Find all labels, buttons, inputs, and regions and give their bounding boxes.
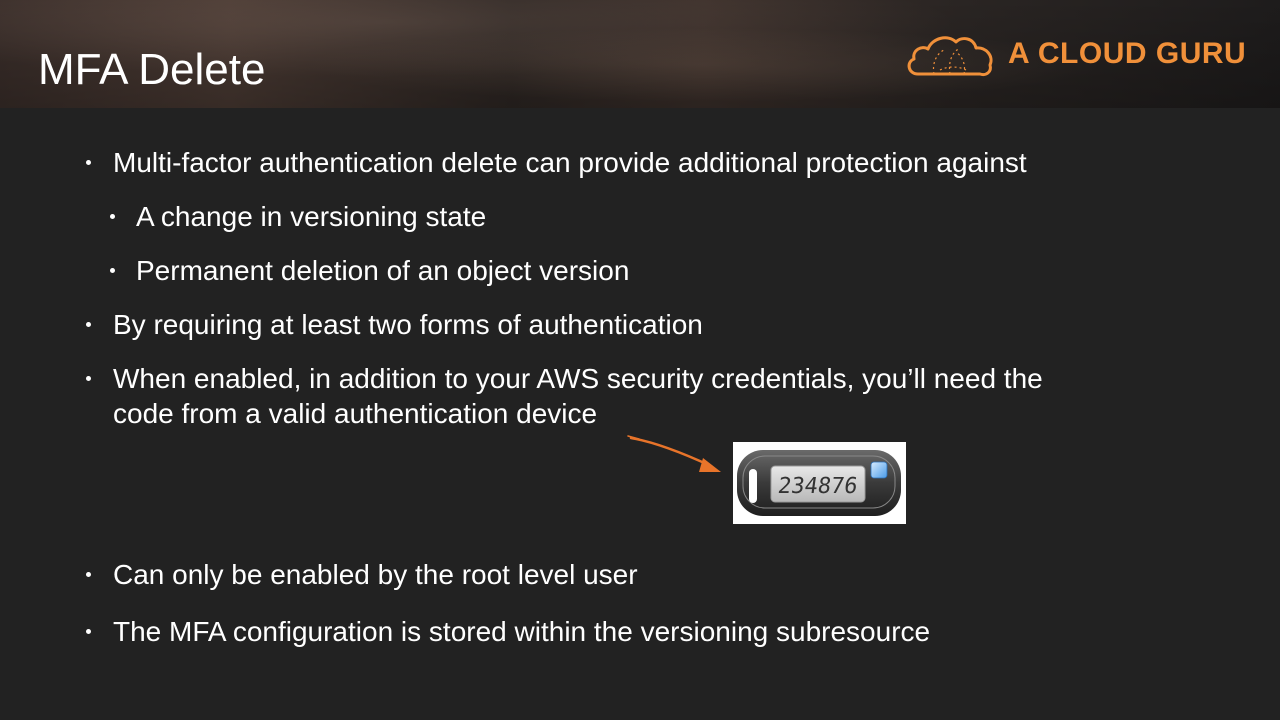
bullet-text: By requiring at least two forms of authe… bbox=[113, 309, 703, 340]
mfa-token-device-icon: 234876 bbox=[737, 450, 901, 516]
header-banner: MFA Delete A CLOUD GURU bbox=[0, 0, 1280, 108]
sub-bullet-text: A change in versioning state bbox=[136, 201, 487, 232]
bullet-text: When enabled, in addition to your AWS se… bbox=[113, 363, 1043, 394]
bullet-dot bbox=[86, 160, 91, 165]
bullet-dot bbox=[86, 629, 91, 634]
device-display-code: 234876 bbox=[776, 473, 859, 499]
arrow-icon bbox=[627, 435, 721, 472]
bullet-dot bbox=[86, 376, 91, 381]
brand-logo-text: A CLOUD GURU bbox=[1008, 37, 1247, 70]
cloud-logo-icon bbox=[907, 36, 993, 76]
bullet-text-continuation: code from a valid authentication device bbox=[113, 398, 598, 429]
mfa-device-image: 234876 bbox=[733, 442, 906, 524]
bullet-dot bbox=[110, 268, 115, 273]
slide: MFA Delete A CLOUD GURU Multi-factor aut… bbox=[0, 0, 1280, 720]
bullet-dot bbox=[110, 214, 115, 219]
bullet-text: The MFA configuration is stored within t… bbox=[113, 616, 931, 647]
bullet-text: Can only be enabled by the root level us… bbox=[113, 559, 638, 590]
slide-title: MFA Delete bbox=[38, 45, 266, 94]
bullet-dot bbox=[86, 322, 91, 327]
bullet-text: Multi-factor authentication delete can p… bbox=[113, 147, 1027, 178]
sub-bullet-text: Permanent deletion of an object version bbox=[136, 255, 630, 286]
bullet-dot bbox=[86, 572, 91, 577]
brand-logo: A CLOUD GURU bbox=[904, 30, 1247, 80]
